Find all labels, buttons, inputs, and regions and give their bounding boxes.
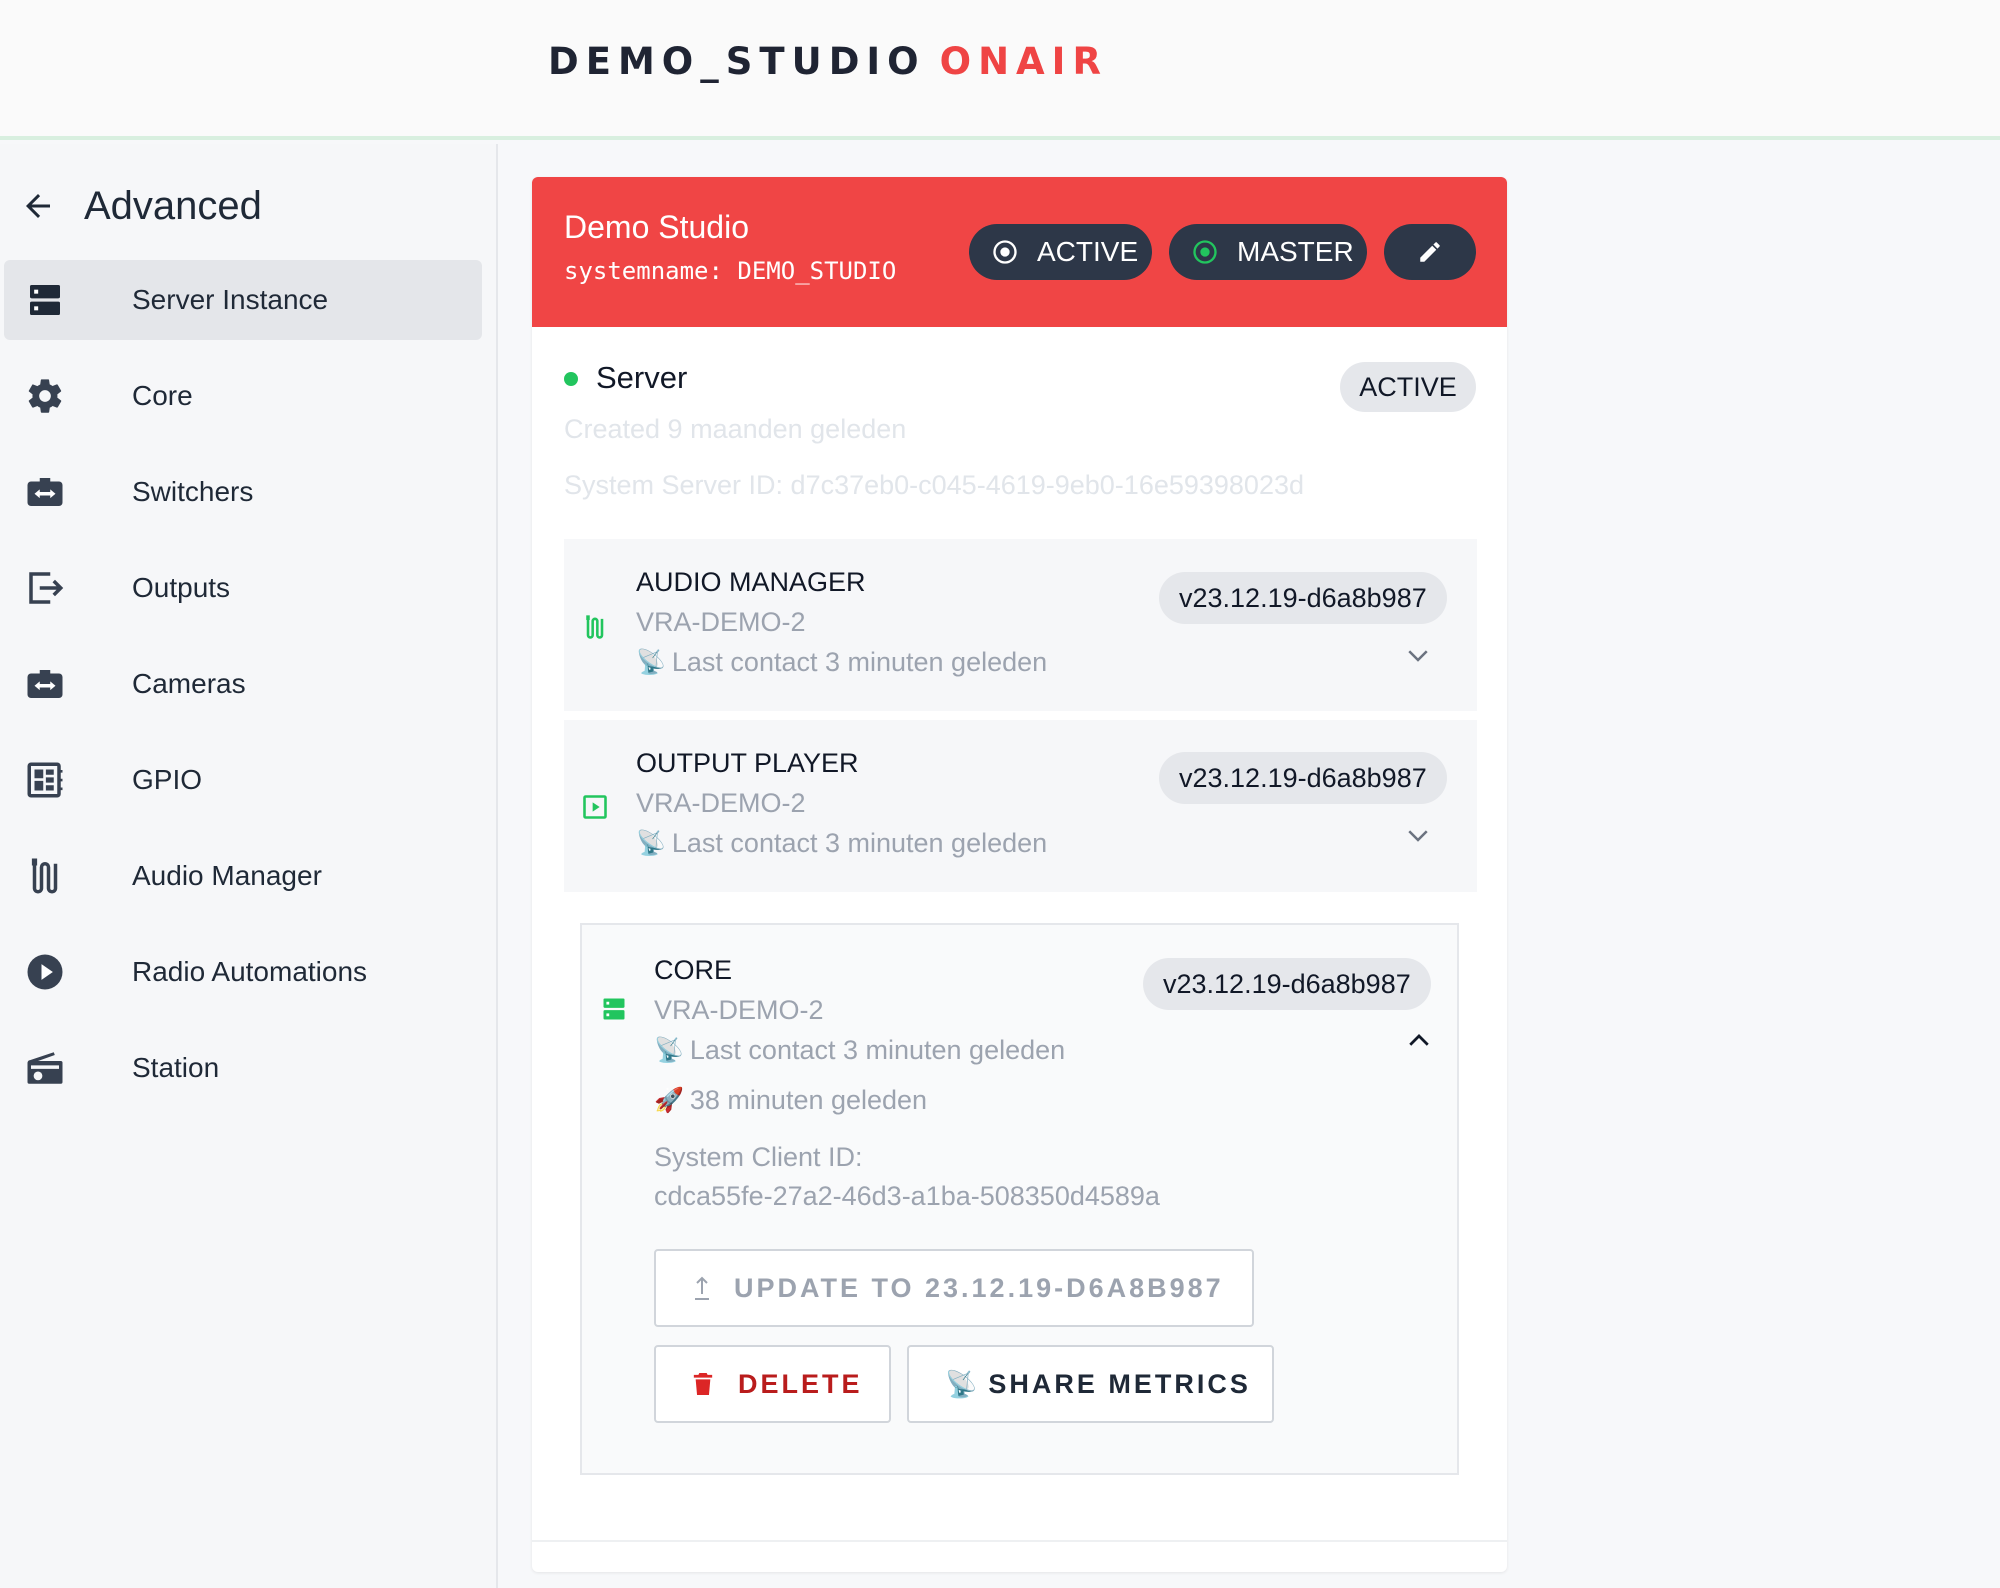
server-icon: [22, 277, 68, 323]
client-id-label: System Client ID:: [654, 1142, 863, 1172]
play-icon: [22, 949, 68, 995]
gear-icon: [22, 373, 68, 419]
started-text: 38 minuten geleden: [689, 1085, 928, 1115]
satellite-icon: 📡: [636, 649, 666, 676]
radio-target-icon: [991, 238, 1019, 266]
sidebar-item-server-instance[interactable]: Server Instance: [4, 260, 482, 340]
top-bar: DEMO_STUDIO ONAIR: [0, 0, 2000, 140]
edit-button[interactable]: [1384, 224, 1476, 280]
pencil-icon: [1417, 239, 1443, 265]
sidebar-item-label: GPIO: [132, 764, 203, 795]
server-status-badge: ACTIVE: [1340, 362, 1476, 412]
upload-icon: [692, 1274, 712, 1302]
sidebar-item-station[interactable]: Station: [4, 1028, 482, 1108]
sidebar-item-radio-automations[interactable]: Radio Automations: [4, 932, 482, 1012]
component-name: AUDIO MANAGER: [636, 567, 866, 597]
update-label: UPDATE TO 23.12.19-D6A8B987: [734, 1272, 1224, 1303]
client-id-value: cdca55fe-27a2-46d3-a1ba-508350d4589a: [654, 1181, 1160, 1211]
server-status-dot: [564, 372, 578, 386]
last-contact-text: Last contact 3 minuten geleden: [689, 1035, 1066, 1065]
component-core: CORE VRA-DEMO-2 📡 Last contact 3 minuten…: [580, 923, 1459, 1475]
brand-logo[interactable]: DEMO_STUDIO ONAIR: [548, 40, 1108, 83]
rocket-icon: 🚀: [654, 1087, 684, 1114]
sidebar-item-audio-manager[interactable]: Audio Manager: [4, 836, 482, 916]
component-last-contact: 📡 Last contact 3 minuten geleden: [636, 828, 1047, 859]
sidebar-title: Advanced: [84, 183, 262, 228]
share-metrics-label: SHARE METRICS: [988, 1368, 1251, 1399]
delete-button[interactable]: DELETE: [654, 1345, 891, 1423]
last-contact-text: Last contact 3 minuten geleden: [671, 828, 1048, 858]
master-status-button[interactable]: MASTER: [1169, 224, 1367, 280]
sidebar-item-label: Outputs: [132, 572, 231, 603]
satellite-icon: 📡: [636, 830, 666, 857]
sidebar-item-outputs[interactable]: Outputs: [4, 548, 482, 628]
audio-icon: [580, 612, 610, 642]
sidebar-item-cameras[interactable]: Cameras: [4, 644, 482, 724]
radio-icon: [22, 1045, 68, 1091]
sidebar-item-label: Core: [132, 380, 193, 411]
component-name: OUTPUT PLAYER: [636, 748, 859, 778]
delete-label: DELETE: [738, 1368, 863, 1399]
version-badge: v23.12.19-d6a8b987: [1159, 572, 1447, 624]
last-contact-text: Last contact 3 minuten geleden: [671, 647, 1048, 677]
sidebar-item-switchers[interactable]: Switchers: [4, 452, 482, 532]
output-icon: [22, 565, 68, 611]
component-last-contact: 📡 Last contact 3 minuten geleden: [654, 1035, 1065, 1066]
sidebar-header: Advanced: [18, 176, 262, 236]
satellite-icon: 📡: [945, 1368, 981, 1399]
audio-icon: [22, 853, 68, 899]
sidebar-item-label: Station: [132, 1052, 220, 1083]
sidebar-item-label: Server Instance: [132, 284, 329, 315]
component-last-contact: 📡 Last contact 3 minuten geleden: [636, 647, 1047, 678]
component-host: VRA-DEMO-2: [636, 607, 806, 637]
sidebar: Advanced Server Instance Core Switchers …: [0, 144, 498, 1588]
gpio-icon: [22, 757, 68, 803]
active-status-button[interactable]: ACTIVE: [969, 224, 1152, 280]
sidebar-item-core[interactable]: Core: [4, 356, 482, 436]
studio-title: Demo Studio: [564, 209, 749, 245]
chevron-down-icon[interactable]: [1401, 818, 1435, 852]
studio-card: Demo Studio systemname: DEMO_STUDIO ACTI…: [532, 177, 1507, 1572]
trash-icon: [692, 1370, 714, 1398]
component-audio-manager[interactable]: AUDIO MANAGER VRA-DEMO-2 📡 Last contact …: [564, 539, 1477, 711]
sidebar-item-label: Cameras: [132, 668, 246, 699]
switcher-icon: [22, 469, 68, 515]
component-host: VRA-DEMO-2: [654, 995, 824, 1025]
satellite-icon: 📡: [654, 1037, 684, 1064]
version-badge: v23.12.19-d6a8b987: [1159, 752, 1447, 804]
server-system-id: System Server ID: d7c37eb0-c045-4619-9eb…: [564, 470, 1304, 500]
component-name: CORE: [654, 955, 733, 985]
active-label: ACTIVE: [1037, 236, 1139, 267]
play-box-icon: [580, 792, 610, 822]
share-metrics-button[interactable]: 📡 SHARE METRICS: [907, 1345, 1274, 1423]
camera-icon: [22, 661, 68, 707]
component-output-player[interactable]: OUTPUT PLAYER VRA-DEMO-2 📡 Last contact …: [564, 720, 1477, 892]
sidebar-item-label: Audio Manager: [132, 860, 322, 891]
sidebar-item-label: Radio Automations: [132, 956, 368, 987]
sidebar-item-gpio[interactable]: GPIO: [4, 740, 482, 820]
version-badge: v23.12.19-d6a8b987: [1143, 958, 1431, 1010]
studio-systemname: systemname: DEMO_STUDIO: [564, 257, 897, 285]
studio-header: Demo Studio systemname: DEMO_STUDIO ACTI…: [532, 177, 1507, 327]
brand-suffix: ONAIR: [939, 40, 1108, 83]
chevron-up-icon[interactable]: [1402, 1024, 1436, 1058]
component-host: VRA-DEMO-2: [636, 788, 806, 818]
card-divider: [532, 1540, 1507, 1542]
chevron-down-icon[interactable]: [1401, 638, 1435, 672]
sidebar-item-label: Switchers: [132, 476, 254, 507]
server-name: Server: [596, 360, 688, 395]
master-label: MASTER: [1237, 236, 1354, 267]
radio-target-icon: [1191, 238, 1219, 266]
server-created: Created 9 maanden geleden: [564, 414, 907, 444]
update-button[interactable]: UPDATE TO 23.12.19-D6A8B987: [654, 1249, 1254, 1327]
brand-name: DEMO_STUDIO: [548, 40, 926, 83]
server-icon: [600, 995, 630, 1025]
component-started: 🚀 38 minuten geleden: [654, 1085, 927, 1116]
back-arrow-icon[interactable]: [18, 186, 58, 226]
